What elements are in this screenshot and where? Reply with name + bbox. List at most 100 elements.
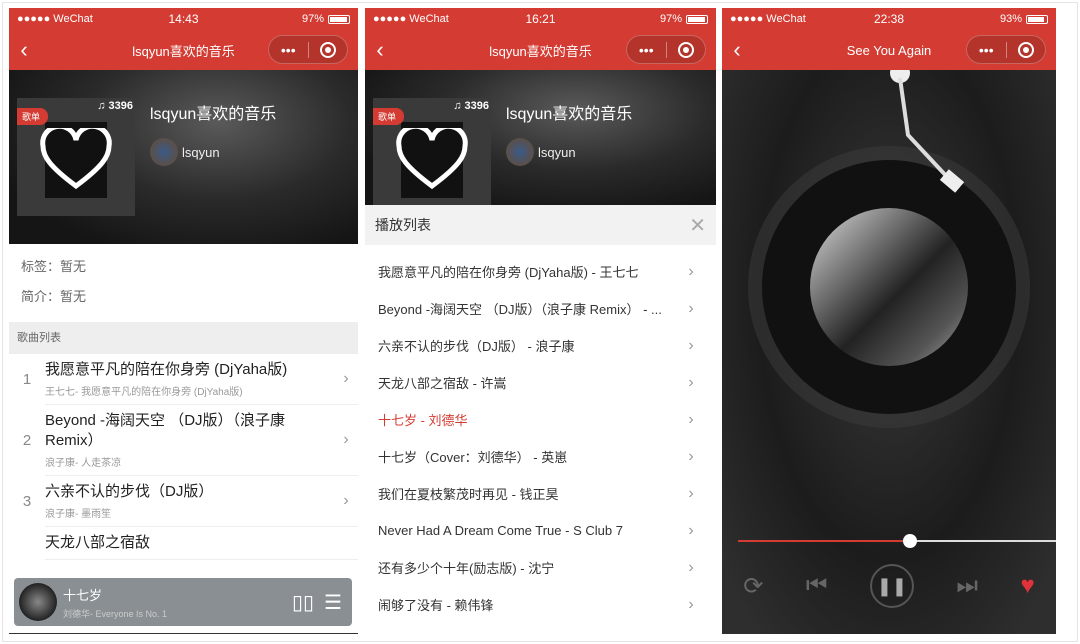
- queue-item[interactable]: 六亲不认的步伐（DJ版） - 浪子康 ›: [365, 327, 716, 364]
- heart-icon: [396, 128, 468, 190]
- mini-title: 十七岁: [63, 587, 103, 603]
- pause-button[interactable]: ❚❚: [869, 564, 914, 608]
- chevron-right-icon: ›: [343, 492, 349, 509]
- clock: 16:21: [525, 12, 556, 26]
- queue-item[interactable]: Beyond -海阔天空 （DJ版）（浪子康 Remix） - ... ›: [365, 290, 716, 327]
- mini-subtitle: 刘德华- Everyone Is No. 1: [63, 608, 168, 619]
- song-row[interactable]: 2 Beyond -海阔天空 （DJ版）（浪子康 Remix） 浪子康- 人走茶凉 ›: [9, 405, 358, 476]
- target-icon: [677, 42, 694, 59]
- close-miniprogram-button[interactable]: [1007, 41, 1046, 59]
- chevron-right-icon: ›: [688, 373, 694, 391]
- playlist-meta: 标签：暂无 简介：暂无: [9, 252, 358, 312]
- queue-item[interactable]: 还有多少个十年(励志版) - 沈宁 ›: [365, 549, 716, 586]
- queue-item[interactable]: 十七岁（Cover：刘德华） - 英崽 ›: [365, 438, 716, 475]
- progress-knob[interactable]: [902, 534, 917, 548]
- queue-item[interactable]: 我们在夏枝繁茂时再见 - 钱正昊 ›: [365, 475, 716, 512]
- queue-item[interactable]: 天龙八部之宿敌 - 许嵩 ›: [365, 364, 716, 401]
- mini-player[interactable]: 十七岁刘德华- Everyone Is No. 1 ▯▯ ☰: [14, 578, 352, 626]
- nav-bar: ‹ lsqyun喜欢的音乐 •••: [9, 30, 358, 70]
- like-heart-icon[interactable]: ♥: [1021, 572, 1035, 600]
- more-button[interactable]: •••: [967, 42, 1006, 58]
- divider: [9, 633, 358, 634]
- song-artist: 浪子康- 墨雨笙: [45, 509, 112, 520]
- chevron-right-icon: ›: [688, 595, 694, 613]
- chevron-right-icon: ›: [343, 431, 349, 448]
- avatar: [506, 138, 534, 166]
- song-name: 我愿意平凡的陪在你身旁 (DjYaha版): [45, 361, 288, 378]
- creator[interactable]: lsqyun: [506, 138, 576, 166]
- playlist-icon[interactable]: ☰: [324, 590, 342, 615]
- target-icon: [319, 42, 336, 59]
- song-name: 天龙八部之宿敌: [45, 534, 151, 551]
- chevron-right-icon: ›: [688, 558, 694, 576]
- queue-item-label: 我愿意平凡的陪在你身旁 (DjYaha版) - 王七七: [378, 265, 639, 280]
- battery-level: 93%: [999, 13, 1022, 25]
- nav-bar: ‹ lsqyun喜欢的音乐 •••: [365, 30, 716, 70]
- playlist-badge: 歌单: [373, 108, 405, 125]
- panel-title: 播放列表: [375, 217, 431, 233]
- play-count: ♫ 3396: [453, 100, 489, 112]
- close-miniprogram-button[interactable]: [667, 41, 706, 59]
- status-bar: ●●●●● WeChat 16:21 97%: [365, 8, 716, 30]
- playlist-title: lsqyun喜欢的音乐: [150, 106, 277, 123]
- creator[interactable]: lsqyun: [150, 138, 220, 166]
- queue-item-label: 天龙八部之宿敌 - 许嵩: [378, 376, 507, 391]
- queue-item-label: 我们在夏枝繁茂时再见 - 钱正昊: [378, 487, 559, 502]
- pause-icon[interactable]: ▯▯: [292, 590, 314, 615]
- queue-item-label: Never Had A Dream Come True - S Club 7: [378, 523, 623, 538]
- queue-item[interactable]: 闹够了没有 - 赖伟锋 ›: [365, 586, 716, 623]
- nav-bar: ‹ See You Again •••: [722, 30, 1056, 70]
- song-row[interactable]: 天龙八部之宿敌: [9, 527, 358, 560]
- next-icon[interactable]: ⏭: [956, 572, 978, 600]
- queue-item-label: Beyond -海阔天空 （DJ版）（浪子康 Remix） - ...: [378, 302, 662, 317]
- more-button[interactable]: •••: [269, 42, 308, 58]
- song-row[interactable]: 1 我愿意平凡的陪在你身旁 (DjYaha版) 王七七- 我愿意平凡的陪在你身旁 (…: [9, 354, 358, 405]
- carrier: ●●●●● WeChat: [730, 13, 806, 25]
- queue-item-label: 还有多少个十年(励志版) - 沈宁: [378, 561, 555, 576]
- mini-cover: [19, 583, 57, 621]
- play-queue: 我愿意平凡的陪在你身旁 (DjYaha版) - 王七七 › Beyond -海阔天空…: [365, 245, 716, 623]
- chevron-right-icon: ›: [343, 370, 349, 387]
- play-count: ♫ 3396: [97, 100, 133, 112]
- queue-item-label: 闹够了没有 - 赖伟锋: [378, 598, 494, 613]
- playlist-cover[interactable]: 歌单 ♫ 3396: [373, 98, 491, 205]
- playlist-cover[interactable]: 歌单 ♫ 3396: [17, 98, 135, 216]
- back-button[interactable]: ‹: [365, 37, 395, 63]
- back-button[interactable]: ‹: [9, 37, 39, 63]
- song-number: 3: [22, 493, 32, 510]
- player-controls: ⟳ ⏮ ❚❚ ⏭ ♥: [722, 564, 1056, 608]
- clock: 14:43: [168, 12, 199, 26]
- queue-item[interactable]: 十七岁 - 刘德华 ›: [365, 401, 716, 438]
- more-button[interactable]: •••: [627, 42, 666, 58]
- playlist-header: 歌单 ♫ 3396 lsqyun喜欢的音乐 lsqyun: [9, 70, 358, 244]
- playlist-popup-screen: ●●●●● WeChat 16:21 97% ‹ lsqyun喜欢的音乐 •••…: [365, 8, 716, 634]
- chevron-right-icon: ›: [688, 336, 694, 354]
- now-playing-screen: ●●●●● WeChat 22:38 93% ‹ See You Again •…: [722, 8, 1056, 634]
- song-row[interactable]: 3 六亲不认的步伐（DJ版） 浪子康- 墨雨笙 ›: [9, 476, 358, 527]
- previous-icon[interactable]: ⏮: [806, 572, 828, 600]
- chevron-right-icon: ›: [688, 484, 694, 502]
- playlist-header: 歌单 ♫ 3396 lsqyun喜欢的音乐 lsqyun: [365, 70, 716, 205]
- player-stage: ⟳ ⏮ ❚❚ ⏭ ♥: [722, 70, 1056, 634]
- chevron-right-icon: ›: [688, 299, 694, 317]
- repeat-icon[interactable]: ⟳: [743, 572, 763, 601]
- back-button[interactable]: ‹: [722, 37, 752, 63]
- chevron-right-icon: ›: [688, 410, 694, 428]
- avatar: [150, 138, 178, 166]
- queue-item[interactable]: 我愿意平凡的陪在你身旁 (DjYaha版) - 王七七 ›: [365, 253, 716, 290]
- close-miniprogram-button[interactable]: [309, 41, 348, 59]
- song-name: Beyond -海阔天空 （DJ版）（浪子康 Remix）: [45, 412, 286, 449]
- song-number: 2: [22, 432, 32, 449]
- status-bar: ●●●●● WeChat 22:38 93%: [722, 8, 1056, 30]
- queue-item-label: 十七岁（Cover：刘德华） - 英崽: [378, 450, 568, 465]
- queue-item[interactable]: Never Had A Dream Come True - S Club 7 ›: [365, 512, 716, 549]
- progress-slider[interactable]: [738, 534, 1056, 548]
- battery: 93%: [1000, 13, 1048, 25]
- song-artist: 浪子康- 人走茶凉: [45, 458, 122, 469]
- close-icon[interactable]: ✕: [689, 213, 706, 238]
- clock: 22:38: [873, 12, 905, 26]
- chevron-right-icon: ›: [688, 521, 694, 539]
- chevron-right-icon: ›: [688, 447, 694, 465]
- playlist-badge: 歌单: [17, 108, 49, 125]
- target-icon: [1017, 42, 1034, 59]
